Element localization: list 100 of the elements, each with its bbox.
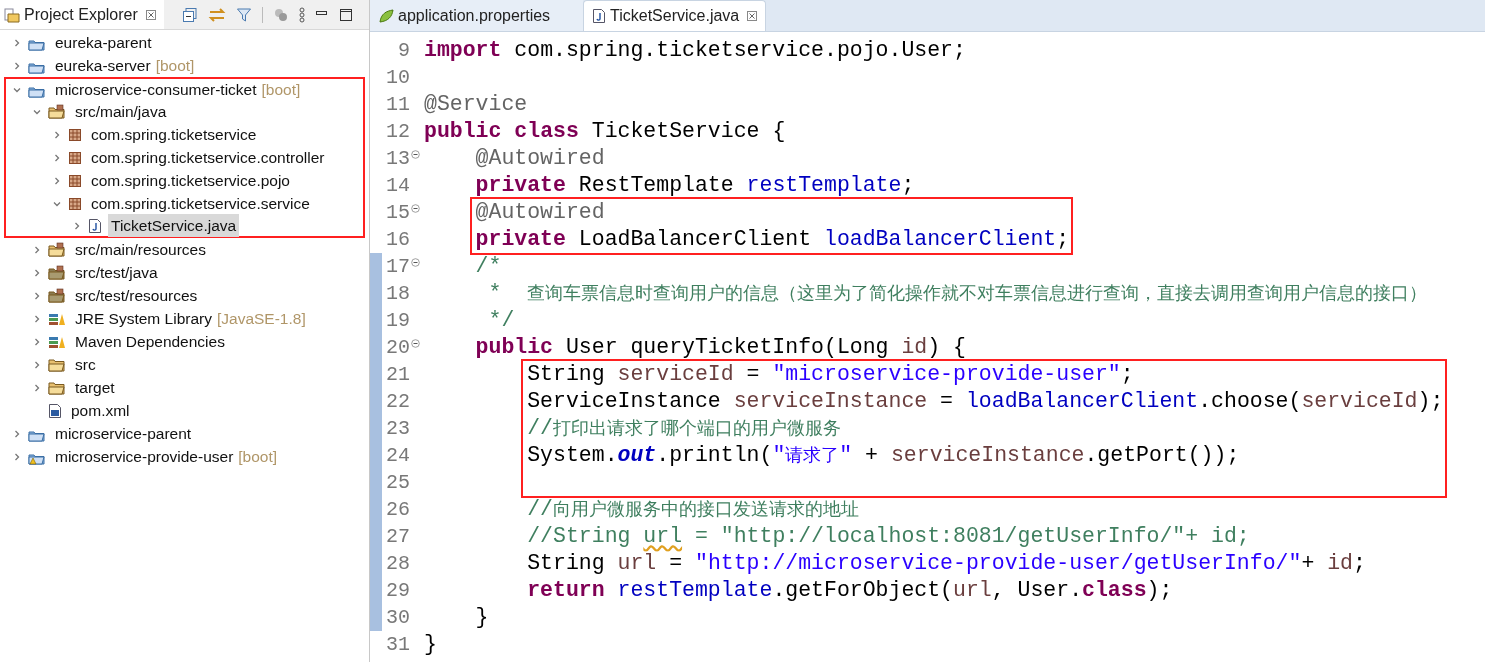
line-number: 21 [385,361,410,388]
library-icon [48,334,66,349]
folder-icon [48,380,66,395]
code-line: String serviceId = "microservice-provide-user"; [527,361,1134,389]
chevron-right-icon[interactable] [52,175,62,186]
editor-tab[interactable]: TicketService.java [583,0,767,31]
tree-item[interactable]: TicketService.java [108,213,240,238]
line-number: 26 [385,496,410,523]
tree-item-decoration: [JavaSE-1.8] [216,308,306,329]
folder-icon [4,6,20,23]
chevron-right-icon[interactable] [12,60,22,71]
code-line: * 查询车票信息时查询用户的信息（这里为了简化操作就不对车票信息进行查询，直接去调用查询用户信息的接口） [487,280,1428,308]
line-number: 30 [385,604,410,631]
chevron-right-icon[interactable] [72,220,82,231]
source-folder-icon [48,264,66,281]
tree-item[interactable]: microservice-parent [52,421,195,446]
tree-item[interactable]: microservice-provide-user [52,444,237,469]
line-number: 31 [385,631,410,658]
tree-item[interactable]: src/main/java [72,99,170,124]
tree-item[interactable]: eureka-parent [52,30,155,55]
package-icon [68,196,82,211]
view-tab[interactable]: Project Explorer [0,0,164,29]
tree-item[interactable]: src/test/resources [72,283,201,308]
chevron-right-icon[interactable] [12,428,22,439]
code-line: import com.spring.ticketservice.pojo.User; [424,37,966,65]
code-line: private LoadBalancerClient loadBalancerClient; [475,226,1070,254]
chevron-right-icon[interactable] [32,382,42,393]
tree-item[interactable]: com.spring.ticketservice [88,122,260,147]
code-line: return restTemplate.getForObject(url, User.class); [526,577,1173,605]
line-number: 10 [385,64,410,91]
tree-item[interactable]: pom.xml [68,398,133,423]
editor-tab[interactable]: application.properties [370,0,583,31]
maximize-icon[interactable] [339,7,353,22]
chevron-right-icon[interactable] [12,37,22,48]
line-number: 14 [385,172,410,199]
line-number: 13 [385,145,410,172]
code-line: @Service [424,91,528,119]
chevron-right-icon[interactable] [32,290,42,301]
chevron-right-icon[interactable] [52,129,62,140]
code-line: @Autowired [474,145,605,173]
line-number: 19 [385,307,410,334]
tree-item[interactable]: com.spring.ticketservice.controller [88,145,328,170]
line-number: 23 [385,415,410,442]
java-file-icon [592,8,606,24]
code-line: /* [474,253,502,281]
tree-item[interactable]: src [72,352,99,377]
line-number: 25 [385,469,410,496]
line-number: 28 [385,550,410,577]
tree-item[interactable]: eureka-server [52,53,154,78]
tree-item-decoration: [boot] [261,79,301,100]
package-icon [68,127,82,142]
sync-arrows-icon[interactable] [208,6,226,23]
filter-icon[interactable] [236,6,252,23]
leaf-icon [378,8,394,23]
tree-item[interactable]: com.spring.ticketservice.pojo [88,168,293,193]
tree-item-decoration: [boot] [238,446,278,467]
code-line: } [424,631,437,659]
tree-item[interactable]: target [72,375,118,400]
tree-item[interactable]: src/main/resources [72,237,209,262]
tree-item[interactable]: microservice-consumer-ticket [52,77,260,102]
fold-collapse-icon[interactable] [411,258,420,267]
chevron-right-icon[interactable] [32,267,42,278]
line-number: 11 [385,91,410,118]
source-folder-icon [48,241,66,258]
chevron-right-icon[interactable] [32,244,42,255]
chevron-right-icon[interactable] [12,451,22,462]
chevron-right-icon[interactable] [32,336,42,347]
chevron-right-icon[interactable] [52,152,62,163]
folder-icon [48,357,66,372]
code-line: private RestTemplate restTemplate; [474,172,915,200]
line-number: 9 [397,37,410,64]
source-folder-icon [48,103,66,120]
view-menu-icon[interactable] [299,6,305,23]
code-line: public User queryTicketInfo(Long id) { [474,334,966,362]
tree-item[interactable]: src/test/java [72,260,161,285]
line-number: 24 [385,442,410,469]
close-icon[interactable] [145,9,156,20]
line-number: 15 [385,199,410,226]
java-file-icon [88,217,102,234]
tree-item[interactable]: com.spring.ticketservice.service [88,191,313,216]
tree-item[interactable]: JRE System Library [72,306,215,331]
xml-file-icon [48,402,62,419]
code-line: } [474,604,489,632]
source-folder-icon [48,287,66,304]
line-number: 27 [385,523,410,550]
line-number: 18 [385,280,410,307]
fold-collapse-icon[interactable] [411,339,420,348]
line-number: 12 [385,118,410,145]
code-line: public class TicketService { [424,118,786,146]
chevron-right-icon[interactable] [32,359,42,370]
fold-collapse-icon[interactable] [411,204,420,213]
chevron-right-icon[interactable] [32,313,42,324]
collapse-all-icon[interactable] [182,6,198,23]
code-line: System.out.println("请求了" + serviceInstance.getPort()); [527,442,1240,470]
line-number: 29 [385,577,410,604]
tree-item[interactable]: Maven Dependencies [72,329,228,354]
code-line: */ [487,307,515,335]
line-number: 17 [385,253,410,280]
fold-collapse-icon[interactable] [411,150,420,159]
close-icon[interactable] [747,11,758,21]
